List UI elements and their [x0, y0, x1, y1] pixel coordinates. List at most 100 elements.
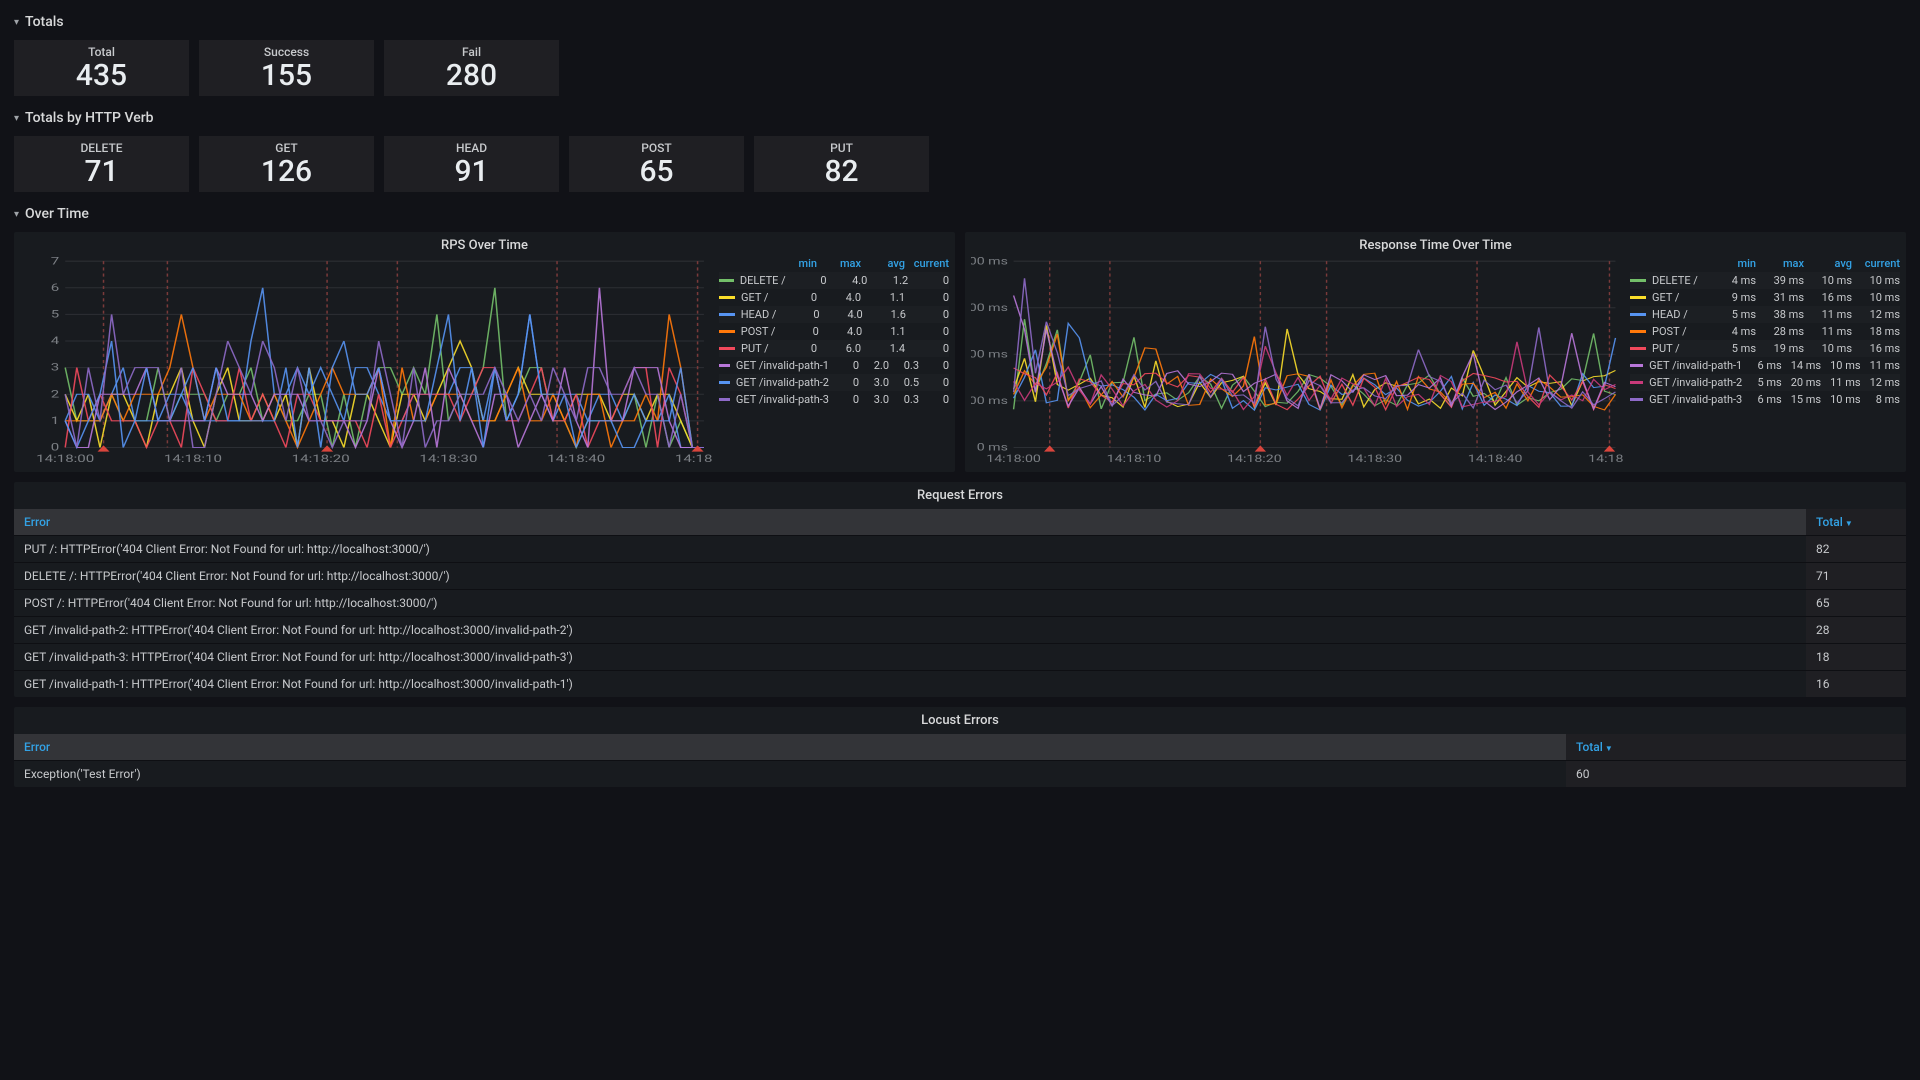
chart-legend-rps: minmaxavgcurrentDELETE /04.01.20GET /04.…	[719, 255, 949, 466]
stat-value: 155	[261, 59, 312, 92]
stat-head[interactable]: HEAD 91	[384, 136, 559, 192]
svg-text:0 ms: 0 ms	[977, 442, 1008, 454]
stat-get[interactable]: GET 126	[199, 136, 374, 192]
chart-legend-rt: minmaxavgcurrentDELETE /4 ms39 ms10 ms10…	[1630, 255, 1900, 466]
stat-label: GET	[275, 141, 297, 155]
legend-row[interactable]: DELETE /4 ms39 ms10 ms10 ms	[1630, 272, 1900, 289]
sort-desc-icon: ▼	[1605, 744, 1613, 753]
charts-row: RPS Over Time 0123456714:18:0014:18:1014…	[14, 232, 1906, 472]
svg-text:4: 4	[51, 335, 59, 347]
chart-rt[interactable]: Response Time Over Time 0 ms10.000 ms20.…	[965, 232, 1906, 472]
stat-value: 435	[76, 59, 127, 92]
table-row[interactable]: Exception('Test Error')60	[14, 761, 1906, 788]
table-locust-errors: Error Total▼ Exception('Test Error')60	[14, 734, 1906, 787]
stat-label: HEAD	[456, 141, 487, 155]
section-title: Totals	[25, 14, 64, 30]
legend-row[interactable]: HEAD /5 ms38 ms11 ms12 ms	[1630, 306, 1900, 323]
stat-label: POST	[641, 141, 672, 155]
stat-success[interactable]: Success 155	[199, 40, 374, 96]
chevron-down-icon: ▾	[14, 113, 19, 124]
col-error[interactable]: Error	[14, 734, 1566, 761]
svg-text:14:18:10: 14:18:10	[164, 453, 222, 465]
col-error[interactable]: Error	[14, 509, 1806, 536]
stat-label: Total	[88, 45, 115, 59]
legend-row[interactable]: GET /invalid-path-36 ms15 ms10 ms8 ms	[1630, 391, 1900, 408]
stat-value: 91	[454, 155, 488, 188]
cell-total: 28	[1806, 617, 1906, 644]
svg-text:14:18:20: 14:18:20	[1227, 454, 1282, 466]
section-header-totals[interactable]: ▾ Totals	[14, 10, 1906, 34]
legend-row[interactable]: PUT /5 ms19 ms10 ms16 ms	[1630, 340, 1900, 357]
chart-rps[interactable]: RPS Over Time 0123456714:18:0014:18:1014…	[14, 232, 955, 472]
cell-total: 71	[1806, 563, 1906, 590]
col-total[interactable]: Total▼	[1566, 734, 1906, 761]
stat-total[interactable]: Total 435	[14, 40, 189, 96]
stat-value: 65	[639, 155, 673, 188]
stat-label: Success	[264, 45, 309, 59]
svg-text:14:18:30: 14:18:30	[419, 453, 477, 465]
table-row[interactable]: POST /: HTTPError('404 Client Error: Not…	[14, 590, 1906, 617]
table-row[interactable]: PUT /: HTTPError('404 Client Error: Not …	[14, 536, 1906, 563]
svg-text:30.000 ms: 30.000 ms	[971, 303, 1008, 315]
legend-row[interactable]: GET /9 ms31 ms16 ms10 ms	[1630, 289, 1900, 306]
legend-row[interactable]: GET /invalid-path-25 ms20 ms11 ms12 ms	[1630, 374, 1900, 391]
cell-total: 60	[1566, 761, 1906, 788]
legend-row[interactable]: GET /04.01.10	[719, 289, 949, 306]
svg-text:14:18:50: 14:18:50	[675, 453, 713, 465]
stat-delete[interactable]: DELETE 71	[14, 136, 189, 192]
cell-error: POST /: HTTPError('404 Client Error: Not…	[14, 590, 1806, 617]
svg-text:0: 0	[51, 442, 59, 454]
stat-value: 126	[261, 155, 312, 188]
section-title: Totals by HTTP Verb	[25, 110, 154, 126]
legend-row[interactable]: POST /4 ms28 ms11 ms18 ms	[1630, 323, 1900, 340]
svg-text:14:18:20: 14:18:20	[292, 453, 350, 465]
cell-error: GET /invalid-path-2: HTTPError('404 Clie…	[14, 617, 1806, 644]
legend-row[interactable]: PUT /06.01.40	[719, 340, 949, 357]
svg-text:6: 6	[51, 282, 59, 294]
stat-label: DELETE	[80, 141, 122, 155]
svg-text:14:18:00: 14:18:00	[986, 454, 1041, 466]
svg-text:20.000 ms: 20.000 ms	[971, 349, 1008, 361]
table-row[interactable]: GET /invalid-path-2: HTTPError('404 Clie…	[14, 617, 1906, 644]
stat-value: 82	[824, 155, 858, 188]
svg-text:7: 7	[51, 255, 59, 267]
svg-text:40.000 ms: 40.000 ms	[971, 256, 1008, 268]
cell-error: Exception('Test Error')	[14, 761, 1566, 788]
table-row[interactable]: DELETE /: HTTPError('404 Client Error: N…	[14, 563, 1906, 590]
legend-row[interactable]: HEAD /04.01.60	[719, 306, 949, 323]
plot-area-rt[interactable]: 0 ms 10.000 ms 20.000 ms 30.000 ms 40.000 ms…	[971, 255, 1624, 466]
cell-error: GET /invalid-path-3: HTTPError('404 Clie…	[14, 644, 1806, 671]
panel-request-errors: Request Errors Error Total▼ PUT /: HTTPE…	[14, 482, 1906, 697]
stat-put[interactable]: PUT 82	[754, 136, 929, 192]
chevron-down-icon: ▾	[14, 209, 19, 220]
table-row[interactable]: GET /invalid-path-1: HTTPError('404 Clie…	[14, 671, 1906, 698]
cell-error: DELETE /: HTTPError('404 Client Error: N…	[14, 563, 1806, 590]
svg-text:14:18:40: 14:18:40	[1468, 454, 1523, 466]
stat-fail[interactable]: Fail 280	[384, 40, 559, 96]
stat-value: 71	[84, 155, 118, 188]
section-header-byverb[interactable]: ▾ Totals by HTTP Verb	[14, 106, 1906, 130]
section-title: Over Time	[25, 206, 89, 222]
section-header-overtime[interactable]: ▾ Over Time	[14, 202, 1906, 226]
legend-row[interactable]: GET /invalid-path-16 ms14 ms10 ms11 ms	[1630, 357, 1900, 374]
legend-row[interactable]: GET /invalid-path-303.00.30	[719, 391, 949, 408]
legend-row[interactable]: GET /invalid-path-203.00.50	[719, 374, 949, 391]
legend-row[interactable]: POST /04.01.10	[719, 323, 949, 340]
table-row[interactable]: GET /invalid-path-3: HTTPError('404 Clie…	[14, 644, 1906, 671]
svg-text:14:18:10: 14:18:10	[1107, 454, 1162, 466]
col-total[interactable]: Total▼	[1806, 509, 1906, 536]
legend-row[interactable]: DELETE /04.01.20	[719, 272, 949, 289]
cell-error: GET /invalid-path-1: HTTPError('404 Clie…	[14, 671, 1806, 698]
cell-total: 82	[1806, 536, 1906, 563]
svg-text:1: 1	[51, 415, 59, 427]
totals-row: Total 435 Success 155 Fail 280	[14, 40, 1906, 96]
stat-label: PUT	[830, 141, 853, 155]
stat-post[interactable]: POST 65	[569, 136, 744, 192]
cell-total: 18	[1806, 644, 1906, 671]
svg-text:2: 2	[51, 389, 59, 401]
legend-row[interactable]: GET /invalid-path-102.00.30	[719, 357, 949, 374]
plot-area-rps[interactable]: 0123456714:18:0014:18:1014:18:2014:18:30…	[20, 255, 713, 466]
svg-text:10.000 ms: 10.000 ms	[971, 396, 1008, 408]
cell-total: 16	[1806, 671, 1906, 698]
cell-total: 65	[1806, 590, 1906, 617]
